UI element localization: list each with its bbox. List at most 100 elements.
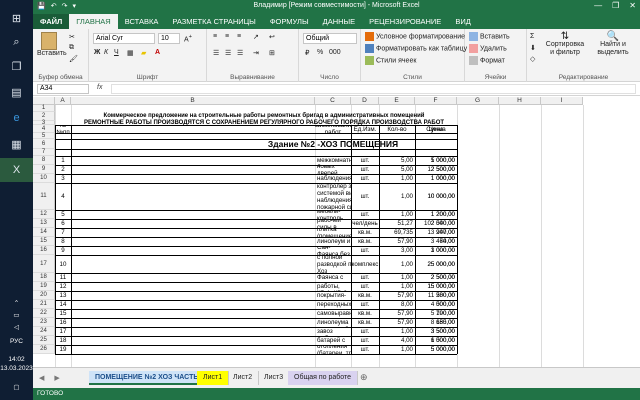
wrap-text-icon[interactable]: ↩ [269, 33, 275, 41]
store-icon[interactable]: ▦ [0, 132, 33, 156]
sheet-tab-list2[interactable]: Лист2 [227, 371, 260, 385]
sort-filter-button[interactable]: ⇅ Сортировка и фильтр [543, 32, 587, 57]
comma-style-icon[interactable]: 000 [329, 49, 341, 56]
row-header[interactable]: 9 [33, 165, 55, 174]
tab-page-layout[interactable]: РАЗМЕТКА СТРАНИЦЫ [165, 14, 262, 29]
name-box[interactable]: A34 [37, 84, 89, 94]
percent-icon[interactable]: % [317, 49, 323, 56]
autosum-icon[interactable]: Σ [530, 33, 534, 40]
row-header[interactable]: 17 [33, 255, 55, 273]
task-view-icon[interactable]: ❐ [0, 54, 33, 78]
tab-insert[interactable]: ВСТАВКА [118, 14, 166, 29]
search-icon[interactable]: ⌕ [0, 30, 33, 54]
input-language[interactable]: РУС [0, 338, 33, 346]
row-header[interactable]: 24 [33, 327, 55, 336]
italic-button[interactable]: К [104, 49, 108, 56]
spreadsheet-grid[interactable]: A B C D E F G H I 1 2 3 4 5 6 7 8 9 10 11 12 13 14 15 16 17 18 19 20… [33, 97, 640, 367]
formula-input[interactable] [111, 84, 636, 94]
start-icon[interactable]: ⊞ [0, 6, 33, 30]
align-center-icon[interactable]: ☰ [225, 49, 231, 57]
orientation-icon[interactable]: ↗ [253, 33, 259, 41]
minimize-button[interactable]: — [594, 1, 602, 10]
font-color-icon[interactable]: A [155, 49, 160, 56]
row-header[interactable]: 1 [33, 105, 55, 112]
tab-data[interactable]: ДАННЫЕ [316, 14, 363, 29]
align-middle-icon[interactable]: ≡ [225, 33, 229, 40]
column-header-d[interactable]: D [351, 97, 379, 105]
sheet-tab-list1[interactable]: Лист1 [197, 371, 230, 385]
sheet-nav-arrows-icon[interactable]: ◀ ▶ [39, 374, 64, 382]
column-header-i[interactable]: I [541, 97, 583, 105]
clear-icon[interactable]: ◇ [530, 55, 535, 63]
row-header[interactable]: 7 [33, 149, 55, 156]
format-painter-icon[interactable]: 🖌 [69, 55, 78, 63]
cut-icon[interactable]: ✂ [69, 33, 75, 41]
paste-button[interactable]: Вставить [37, 32, 67, 57]
clock-time[interactable]: 14:02 [0, 356, 33, 364]
clock-date[interactable]: 13.03.2023 [0, 365, 33, 373]
select-all-corner[interactable] [33, 97, 55, 105]
delete-cells-button[interactable]: Удалить [469, 44, 507, 53]
row-header[interactable]: 26 [33, 345, 55, 354]
align-bottom-icon[interactable]: ≡ [237, 33, 241, 40]
underline-button[interactable]: Ч [114, 49, 119, 56]
row-header[interactable]: 10 [33, 174, 55, 183]
indent-icon[interactable]: ⇥ [253, 49, 259, 57]
merge-center-icon[interactable]: ⊞ [269, 49, 275, 57]
row-header[interactable]: 23 [33, 318, 55, 327]
sheet-tab-pomeshenie-2[interactable]: ПОМЕЩЕНИЕ №2 ХОЗ ЧАСТЬ [89, 371, 206, 385]
sheet-tab-general[interactable]: Общая по работе [288, 371, 359, 385]
align-right-icon[interactable]: ☰ [237, 49, 243, 57]
align-top-icon[interactable]: ≡ [213, 33, 217, 40]
cell-styles-button[interactable]: Стили ячеек [365, 56, 416, 65]
row-header[interactable]: 16 [33, 246, 55, 255]
column-header-a[interactable]: A [55, 97, 71, 105]
fill-color-icon[interactable]: ▰ [141, 49, 146, 57]
fill-icon[interactable]: ⬇ [530, 44, 536, 52]
tab-view[interactable]: ВИД [448, 14, 477, 29]
function-icon[interactable]: fx [97, 84, 102, 91]
row-header[interactable]: 6 [33, 139, 55, 149]
close-button[interactable]: ✕ [629, 1, 636, 10]
row-header[interactable]: 25 [33, 336, 55, 345]
conditional-format-button[interactable]: Условное форматирование [365, 32, 465, 41]
font-name-select[interactable]: Arial Cyr [93, 33, 155, 44]
currency-icon[interactable]: ₽ [305, 49, 309, 57]
tray-up-icon[interactable]: ⌃ [0, 300, 33, 308]
volume-icon[interactable]: ◁ [0, 324, 33, 332]
column-header-b[interactable]: B [71, 97, 315, 105]
row-header[interactable]: 8 [33, 156, 55, 165]
excel-taskbar-icon[interactable]: X [0, 158, 33, 182]
tab-formulas[interactable]: ФОРМУЛЫ [263, 14, 316, 29]
row-header[interactable]: 14 [33, 228, 55, 237]
column-header-e[interactable]: E [379, 97, 415, 105]
grow-font-icon[interactable]: A+ [184, 34, 192, 43]
add-sheet-icon[interactable]: ⊕ [360, 372, 368, 383]
format-as-table-button[interactable]: Форматировать как таблицу [365, 44, 467, 53]
find-select-button[interactable]: 🔍 Найти и выделить [591, 32, 635, 57]
edge-icon[interactable]: e [0, 106, 33, 130]
column-header-f[interactable]: F [415, 97, 457, 105]
network-icon[interactable]: ▭ [0, 312, 33, 320]
copy-icon[interactable]: ⧉ [69, 44, 74, 52]
restore-button[interactable]: ❐ [612, 1, 619, 10]
number-format-select[interactable]: Общий [303, 33, 357, 44]
format-cells-button[interactable]: Формат [469, 56, 505, 65]
row-header[interactable]: 12 [33, 210, 55, 219]
tab-review[interactable]: РЕЦЕНЗИРОВАНИЕ [362, 14, 448, 29]
borders-icon[interactable]: ▦ [127, 49, 134, 57]
font-size-select[interactable]: 10 [158, 33, 180, 44]
bold-button[interactable]: Ж [94, 49, 100, 56]
align-left-icon[interactable]: ☰ [213, 49, 219, 57]
column-header-g[interactable]: G [457, 97, 499, 105]
row-header[interactable]: 19 [33, 282, 55, 291]
insert-cells-button[interactable]: Вставить [469, 32, 510, 41]
tab-file[interactable]: ФАЙЛ [33, 14, 70, 29]
row-header[interactable]: 11 [33, 183, 55, 210]
column-header-c[interactable]: C [315, 97, 351, 105]
row-header[interactable]: 22 [33, 309, 55, 318]
notifications-icon[interactable]: ▢ [0, 384, 33, 392]
file-explorer-icon[interactable]: ▤ [0, 80, 33, 104]
column-header-h[interactable]: H [499, 97, 541, 105]
row-header[interactable]: 20 [33, 291, 55, 300]
